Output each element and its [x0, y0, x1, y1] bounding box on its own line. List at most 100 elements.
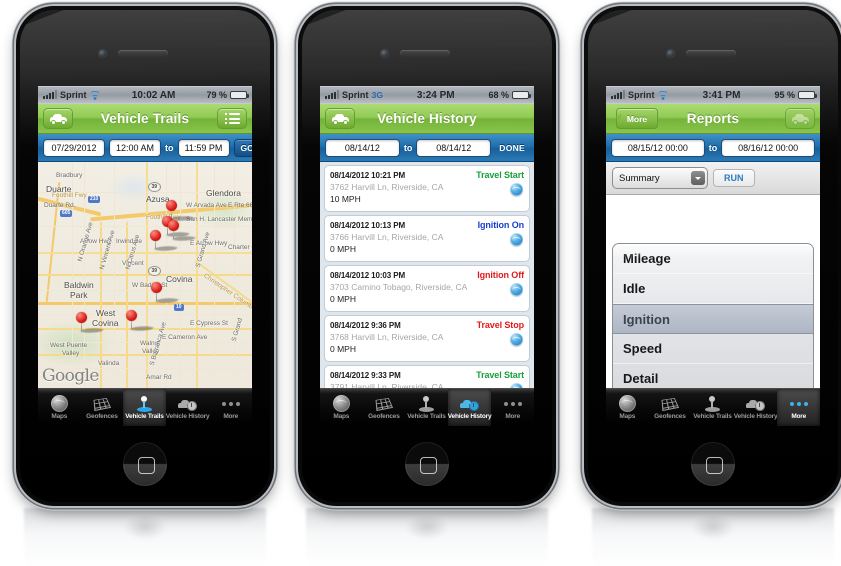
- list-item[interactable]: 08/14/2012 10:13 PM Ignition On 3766 Harv…: [324, 215, 530, 262]
- map-pin[interactable]: [76, 312, 106, 333]
- tab-label: Vehicle History: [165, 413, 210, 420]
- tab-label: Vehicle Trails: [125, 413, 164, 420]
- globe-icon[interactable]: [510, 332, 523, 346]
- map-route-shield: 605: [60, 210, 73, 217]
- time-to-input[interactable]: 11:59 PM: [177, 138, 230, 157]
- date-input[interactable]: 07/29/2012: [43, 138, 105, 157]
- tab-more[interactable]: More: [491, 389, 534, 426]
- map-view[interactable]: 39 210 605 39 10 Bradbury Duarte Foothil…: [38, 162, 252, 388]
- list-item[interactable]: 08/14/2012 10:03 PM Ignition Off 3703 Cam…: [324, 265, 530, 312]
- phone-screen: Sprint 10:02 AM 79 % Vehicle Trails 07/2…: [38, 86, 252, 426]
- map-pin[interactable]: [126, 310, 156, 331]
- more-dots-icon: [221, 395, 240, 412]
- report-picker[interactable]: Mileage Idle Ignition Speed Detail: [612, 243, 814, 388]
- done-button[interactable]: DONE: [495, 140, 529, 156]
- map-road: [126, 222, 128, 388]
- signal-bars-icon: [325, 90, 339, 99]
- datetime-to-input[interactable]: 08/16/12 00:00: [721, 138, 815, 157]
- run-button[interactable]: RUN: [713, 169, 755, 187]
- reports-body: Summary RUN Mileage Idle Ignition Speed …: [606, 162, 820, 388]
- tab-vehicle-trails[interactable]: Vehicle Trails: [405, 389, 448, 426]
- globe-icon: [50, 395, 68, 412]
- event-address: 3791 Harvill Ln, Riverside, CA: [330, 382, 444, 388]
- map-label: E Rte 66: [228, 202, 252, 209]
- tab-label: Vehicle History: [447, 413, 492, 420]
- tab-label: More: [223, 413, 239, 420]
- car-icon-button[interactable]: [785, 108, 815, 129]
- datetime-from-input[interactable]: 08/15/12 00:00: [611, 138, 705, 157]
- picker-option-idle[interactable]: Idle: [613, 274, 813, 304]
- back-button[interactable]: More: [616, 108, 658, 129]
- map-pin[interactable]: [166, 200, 196, 221]
- globe-icon[interactable]: [510, 182, 523, 196]
- map-label: Valinda: [98, 360, 120, 367]
- event-type: Ignition Off: [477, 270, 524, 280]
- tab-more[interactable]: More: [777, 389, 820, 426]
- tab-geofences[interactable]: Geofences: [363, 389, 406, 426]
- tab-vehicle-history[interactable]: Vehicle History: [447, 389, 492, 426]
- globe-icon[interactable]: [510, 232, 523, 246]
- battery-icon: [798, 90, 817, 100]
- map-label: West: [96, 308, 116, 318]
- map-label: Duarte Rd.: [44, 202, 76, 209]
- tab-vehicle-history[interactable]: Vehicle History: [734, 389, 778, 426]
- picker-option-detail[interactable]: Detail: [613, 364, 813, 388]
- picker-option-speed[interactable]: Speed: [613, 334, 813, 364]
- car-clock-icon: [460, 395, 480, 412]
- car-icon-button[interactable]: [43, 108, 73, 129]
- list-item[interactable]: 08/14/2012 10:21 PM Travel Start 3762 Har…: [324, 165, 530, 212]
- globe-icon[interactable]: [510, 282, 523, 296]
- report-type-select[interactable]: Summary: [612, 167, 708, 189]
- report-type-value: Summary: [619, 172, 660, 184]
- home-button[interactable]: [691, 442, 735, 486]
- tab-vehicle-trails[interactable]: Vehicle Trails: [123, 389, 166, 426]
- map-pin[interactable]: [151, 282, 181, 303]
- phone-vehicle-trails: Sprint 10:02 AM 79 % Vehicle Trails 07/2…: [16, 6, 274, 566]
- list-item[interactable]: 08/14/2012 9:36 PM Travel Stop 3768 Harvi…: [324, 315, 530, 362]
- event-type: Ignition On: [477, 220, 524, 230]
- map-label: Baldwin: [64, 280, 94, 290]
- tab-more[interactable]: More: [209, 389, 252, 426]
- map-label: San H. Lancaster Memorial: [186, 216, 252, 223]
- date-to-input[interactable]: 08/14/12: [416, 138, 492, 157]
- signal-bars-icon: [611, 90, 625, 99]
- list-icon-button[interactable]: [217, 108, 247, 129]
- tab-geofences[interactable]: Geofences: [81, 389, 124, 426]
- grid-icon: [660, 397, 682, 414]
- tab-maps[interactable]: Maps: [38, 389, 81, 426]
- nav-bar: More Reports: [606, 104, 820, 134]
- tab-vehicle-history[interactable]: Vehicle History: [166, 389, 210, 426]
- phone-reflection: [592, 508, 834, 566]
- car-icon-button[interactable]: [325, 108, 355, 129]
- home-button[interactable]: [405, 442, 449, 486]
- tab-vehicle-trails[interactable]: Vehicle Trails: [691, 389, 734, 426]
- picker-option-mileage[interactable]: Mileage: [613, 244, 813, 274]
- more-dots-icon: [789, 395, 808, 412]
- map-pin[interactable]: [150, 230, 180, 251]
- event-address: 3703 Camino Tobago, Riverside, CA: [330, 282, 468, 292]
- history-list[interactable]: 08/14/2012 10:21 PM Travel Start 3762 Har…: [320, 162, 534, 388]
- battery-percent: 79 %: [206, 90, 227, 100]
- go-button[interactable]: GO: [233, 138, 252, 157]
- tab-label: More: [505, 413, 521, 420]
- screenshot-stage: Sprint 10:02 AM 79 % Vehicle Trails 07/2…: [0, 0, 841, 566]
- network-type-label: 3G: [371, 90, 383, 100]
- list-item[interactable]: 08/14/2012 9:33 PM Travel Start 3791 Harv…: [324, 365, 530, 388]
- home-button[interactable]: [123, 442, 167, 486]
- map-label: Valley: [62, 350, 80, 357]
- status-bar: Sprint 10:02 AM 79 %: [38, 86, 252, 104]
- car-clock-icon: [746, 395, 766, 412]
- nav-bar: Vehicle History: [320, 104, 534, 134]
- tab-geofences[interactable]: Geofences: [649, 389, 692, 426]
- map-label: Glendora: [206, 188, 241, 198]
- more-dots-icon: [503, 395, 522, 412]
- globe-icon: [618, 395, 636, 412]
- tab-maps[interactable]: Maps: [320, 389, 363, 426]
- time-from-input[interactable]: 12:00 AM: [109, 138, 161, 157]
- car-icon: [49, 114, 67, 124]
- map-pin[interactable]: [168, 220, 198, 241]
- tab-label: Vehicle Trails: [407, 413, 446, 420]
- picker-option-ignition[interactable]: Ignition: [613, 304, 813, 334]
- date-from-input[interactable]: 08/14/12: [325, 138, 400, 157]
- tab-maps[interactable]: Maps: [606, 389, 649, 426]
